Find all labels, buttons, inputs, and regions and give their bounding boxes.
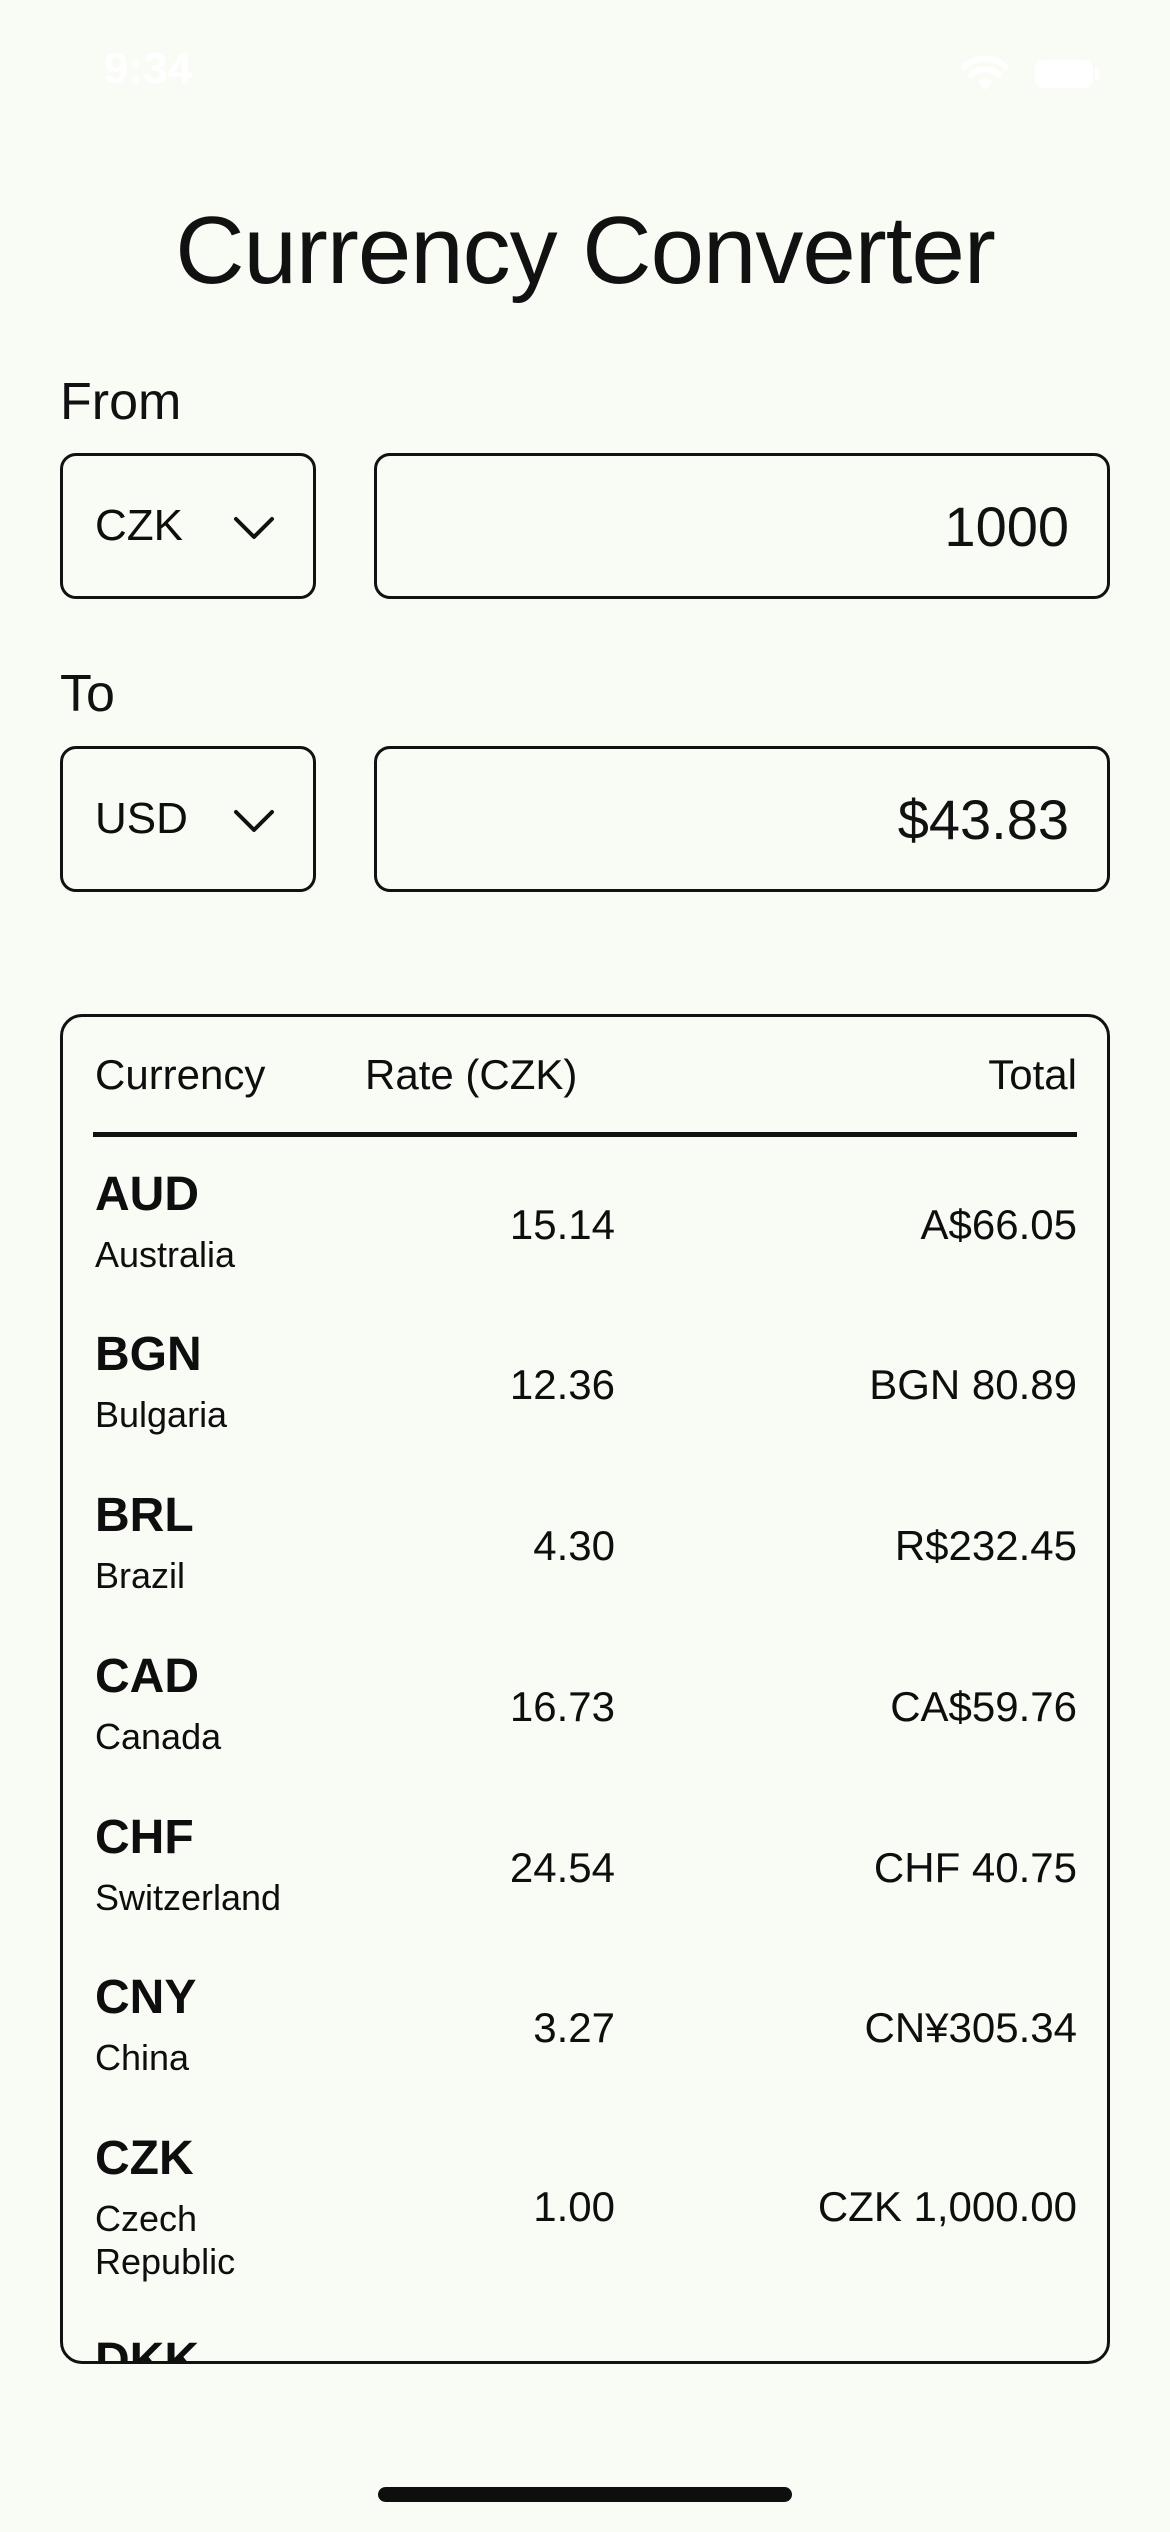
table-row: BRL Brazil 4.30 R$232.45 xyxy=(93,1466,1077,1626)
currency-rate: 1.00 xyxy=(533,2183,615,2230)
home-indicator[interactable] xyxy=(378,2487,792,2502)
currency-country: Switzerland xyxy=(95,1877,282,1918)
table-row: AUD Australia 15.14 A$66.05 xyxy=(93,1145,1077,1305)
chevron-down-icon xyxy=(233,794,275,844)
currency-code: CAD xyxy=(95,1650,199,1703)
currency-total: CHF 40.75 xyxy=(873,1844,1077,1891)
currency-code: CHF xyxy=(95,1811,194,1864)
currency-rate: 16.73 xyxy=(509,1683,615,1730)
from-currency-value: CZK xyxy=(95,501,183,550)
from-currency-select[interactable]: CZK xyxy=(60,453,316,599)
currency-code: AUD xyxy=(95,1168,199,1221)
currency-total: BGN 80.89 xyxy=(869,1361,1077,1408)
rates-table-header: Currency Rate (CZK) Total xyxy=(93,1017,1077,1137)
currency-country: Bulgaria xyxy=(95,1394,228,1435)
battery-icon xyxy=(1034,58,1100,90)
currency-code: CZK xyxy=(95,2132,194,2185)
table-row: CHF Switzerland 24.54 CHF 40.75 xyxy=(93,1788,1077,1948)
currency-code: BGN xyxy=(95,1328,202,1381)
currency-rate: 24.54 xyxy=(509,1844,615,1891)
header-rate: Rate (CZK) xyxy=(365,1051,578,1098)
wifi-icon xyxy=(960,56,1010,92)
to-label: To xyxy=(60,665,115,723)
status-time: 9:34 xyxy=(104,44,193,93)
from-amount-input[interactable]: 1000 xyxy=(374,453,1110,599)
header-currency: Currency xyxy=(95,1051,266,1098)
from-label: From xyxy=(60,373,182,431)
currency-total: CA$59.76 xyxy=(890,1683,1077,1730)
currency-code: DKK xyxy=(95,2334,199,2364)
currency-rate: 4.30 xyxy=(533,1522,615,1569)
currency-total: R$232.45 xyxy=(894,1522,1077,1569)
table-row: BGN Bulgaria 12.36 BGN 80.89 xyxy=(93,1305,1077,1465)
to-amount-output: $43.83 xyxy=(374,746,1110,892)
rates-table[interactable]: Currency Rate (CZK) Total AUD Australia … xyxy=(60,1014,1110,2364)
currency-country: Brazil xyxy=(95,1555,186,1596)
currency-rate: 12.36 xyxy=(509,1361,615,1408)
status-bar: 9:34 xyxy=(0,0,1170,140)
currency-code: CNY xyxy=(95,1971,197,2024)
currency-country: Canada xyxy=(95,1716,222,1757)
to-currency-select[interactable]: USD xyxy=(60,746,316,892)
table-row: CNY China 3.27 CN¥305.34 xyxy=(93,1948,1077,2108)
currency-total: CZK 1,000.00 xyxy=(817,2183,1077,2230)
status-icons xyxy=(960,56,1100,92)
currency-total: A$66.05 xyxy=(920,1201,1077,1248)
page-title: Currency Converter xyxy=(175,197,996,304)
currency-country: Czech Republic xyxy=(95,2198,236,2282)
currency-rate: 15.14 xyxy=(509,1201,615,1248)
chevron-down-icon xyxy=(233,501,275,551)
currency-code: BRL xyxy=(95,1489,194,1542)
header-total: Total xyxy=(988,1051,1077,1098)
currency-total: CN¥305.34 xyxy=(864,2004,1077,2051)
table-row: CZK Czech Republic 1.00 CZK 1,000.00 xyxy=(93,2109,1077,2309)
currency-rate: 3.27 xyxy=(533,2004,615,2051)
currency-country: China xyxy=(95,2037,190,2078)
to-currency-value: USD xyxy=(95,794,188,843)
table-row: CAD Canada 16.73 CA$59.76 xyxy=(93,1627,1077,1787)
currency-country: Australia xyxy=(95,1234,236,1275)
table-row: DKK xyxy=(93,2311,1077,2364)
